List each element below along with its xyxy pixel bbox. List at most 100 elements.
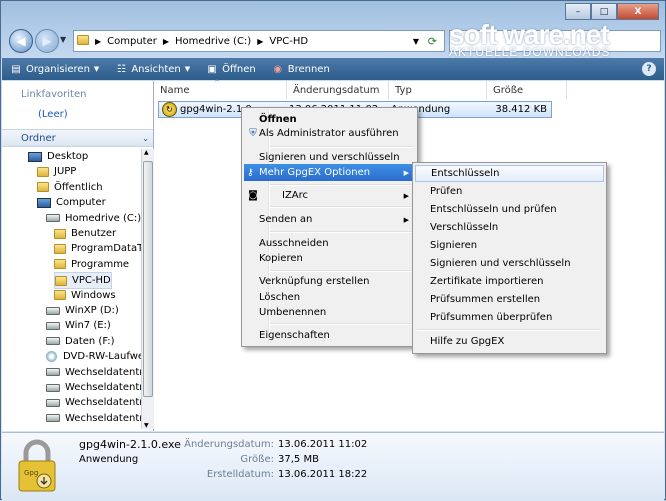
tree-item[interactable]: Win7 (E:): [46, 318, 111, 333]
watermark-logo: soft ware.net AKTUELLE DOWNLOADS: [449, 21, 659, 59]
column-header-type[interactable]: Typ: [389, 81, 487, 99]
breadcrumb-computer[interactable]: Computer: [104, 36, 160, 47]
dvd-icon: [46, 351, 57, 363]
organize-icon: ▤: [11, 63, 21, 75]
folders-header[interactable]: Ordner ⌄: [2, 129, 153, 147]
open-button[interactable]: ▣ Öffnen: [198, 58, 264, 80]
menu-item-run-as-admin[interactable]: Als Administrator ausführen: [244, 125, 415, 142]
views-button[interactable]: ☷ Ansichten ▼: [107, 58, 198, 80]
scroll-up-icon[interactable]: ▲: [144, 149, 149, 156]
tree-item[interactable]: Desktop: [28, 149, 88, 164]
tree-item[interactable]: Homedrive (C:): [46, 211, 141, 226]
submenu-item-help[interactable]: Hilfe zu GpgEX: [415, 333, 604, 350]
back-arrow-icon: ◀: [16, 34, 26, 48]
column-header-date[interactable]: Änderungsdatum: [287, 81, 389, 99]
breadcrumb-homedrive[interactable]: Homedrive (C:): [172, 36, 254, 47]
folder-icon: [54, 290, 66, 301]
submenu-item-import-certificates[interactable]: Zertifikate importieren: [415, 273, 604, 290]
recent-pages-dropdown[interactable]: ▼: [60, 35, 66, 44]
open-icon: ▣: [207, 63, 217, 75]
submenu-item-decrypt[interactable]: Entschlüsseln: [415, 165, 604, 182]
gpg-file-icon: ↻: [162, 102, 177, 117]
context-menu: Öffnen ⛨ Als Administrator ausführen Sig…: [241, 107, 418, 347]
izarc-label: IZArc: [282, 190, 309, 201]
more-gpgex-label: Mehr GpgEX Optionen: [259, 167, 371, 178]
menu-item-properties[interactable]: Eigenschaften: [244, 327, 415, 344]
tree-item-label: Daten (F:): [65, 335, 115, 347]
tree-item[interactable]: DVD-RW-Laufwer: [46, 349, 148, 364]
breadcrumb-vpc-hd[interactable]: VPC-HD: [266, 36, 311, 47]
drive-icon: [46, 321, 60, 330]
tree-item-label: ProgramDataTe: [71, 243, 148, 255]
favorites-empty: (Leer): [38, 109, 68, 120]
folder-icon: [54, 228, 66, 239]
tree-item[interactable]: Computer: [37, 195, 106, 210]
folder-icon: [55, 275, 67, 286]
submenu-item-decrypt-verify[interactable]: Entschlüsseln und prüfen: [415, 201, 604, 218]
scroll-down-icon[interactable]: ▼: [144, 422, 149, 429]
tree-item-label: Windows: [71, 289, 116, 301]
submenu-item-encrypt[interactable]: Verschlüsseln: [415, 219, 604, 236]
tree-item[interactable]: Windows: [54, 288, 116, 303]
menu-item-send-to[interactable]: Senden an ▶: [244, 211, 415, 228]
menu-item-izarc[interactable]: IZArc ▶: [244, 187, 415, 204]
submenu-item-create-checksums[interactable]: Prüfsummen erstellen: [415, 291, 604, 308]
submenu-item-verify-checksums[interactable]: Prüfsummen überprüfen: [415, 309, 604, 326]
submenu-item-sign[interactable]: Signieren: [415, 237, 604, 254]
organize-button[interactable]: ▤ Organisieren ▼: [2, 58, 107, 80]
help-button[interactable]: ?: [642, 62, 656, 76]
tree-item[interactable]: Wechseldatenträg: [46, 411, 156, 426]
details-size-label: Größe:: [240, 454, 274, 465]
back-button[interactable]: ◀: [9, 29, 33, 53]
menu-item-create-shortcut[interactable]: Verknüpfung erstellen: [244, 273, 415, 290]
gpgex-submenu: Entschlüsseln Prüfen Entschlüsseln und p…: [412, 162, 607, 354]
tree-item[interactable]: Daten (F:): [46, 334, 115, 349]
removable-drive-icon: [46, 368, 60, 377]
folder-icon: [37, 166, 49, 177]
tree-item[interactable]: WinXP (D:): [46, 303, 119, 318]
watermark-subtext: AKTUELLE DOWNLOADS: [449, 45, 611, 59]
tree-item[interactable]: ProgramDataTe: [54, 241, 148, 256]
tree-item[interactable]: JUPP: [37, 164, 76, 179]
menu-item-rename[interactable]: Umbenennen: [244, 304, 415, 321]
views-icon: ☷: [116, 63, 126, 75]
favorites-header: Linkfavoriten: [21, 89, 87, 100]
chevron-down-icon: ▼: [93, 65, 100, 73]
column-header-name[interactable]: Name: [154, 81, 287, 99]
submenu-item-sign-encrypt[interactable]: Signieren und verschlüsseln: [415, 255, 604, 272]
chevron-right-icon: ▶: [257, 36, 264, 46]
navigation-pane: Linkfavoriten (Leer) Ordner ⌄ Desktop JUP…: [2, 81, 156, 431]
tree-item-label: Benutzer: [71, 228, 117, 239]
burn-button[interactable]: ◉ Brennen: [264, 58, 338, 80]
forward-button[interactable]: ▶: [35, 29, 59, 53]
organize-label: Organisieren: [26, 63, 90, 75]
scrollbar-thumb[interactable]: [143, 161, 153, 397]
tree-item[interactable]: Wechseldatenträg: [46, 395, 156, 410]
menu-item-more-gpgex[interactable]: ⚷ Mehr GpgEX Optionen ▶: [244, 164, 415, 181]
menu-item-copy[interactable]: Kopieren: [244, 250, 415, 267]
submenu-item-verify[interactable]: Prüfen: [415, 183, 604, 200]
column-header-size[interactable]: Größe: [487, 81, 567, 99]
details-pane: Gpg gpg4win-2.1.0.exe Anwendung Änderung…: [2, 432, 664, 501]
tree-item-label: Desktop: [47, 151, 89, 162]
minimize-button[interactable]: –: [565, 3, 591, 20]
tree-item[interactable]: Programme: [54, 257, 129, 272]
removable-drive-icon: [46, 414, 60, 423]
refresh-icon[interactable]: ⟳: [425, 35, 440, 48]
details-size-value: 37,5 MB: [278, 454, 319, 465]
close-button[interactable]: X: [617, 3, 659, 20]
tree-item[interactable]: Öffentlich: [37, 180, 103, 195]
forward-arrow-icon: ▶: [42, 34, 52, 48]
desktop-icon: [28, 151, 42, 162]
chevron-down-icon: ⌄: [142, 133, 149, 143]
address-dropdown-icon[interactable]: ▼: [410, 37, 422, 46]
tree-scrollbar[interactable]: ▲ ▼: [141, 149, 154, 429]
address-bar[interactable]: ▶ Computer ▶ Homedrive (C:) ▶ VPC-HD ▼ ⟳: [73, 30, 445, 52]
tree-item-label: DVD-RW-Laufwer: [63, 351, 149, 363]
tree-item[interactable]: Wechseldatenträg: [46, 365, 156, 380]
tree-item[interactable]: Wechseldatenträg: [46, 380, 156, 395]
tree-item-label: Öffentlich: [54, 181, 103, 193]
tree-item[interactable]: Benutzer: [54, 226, 116, 241]
maximize-button[interactable]: □: [591, 3, 617, 20]
tree-item-label: JUPP: [54, 166, 77, 178]
